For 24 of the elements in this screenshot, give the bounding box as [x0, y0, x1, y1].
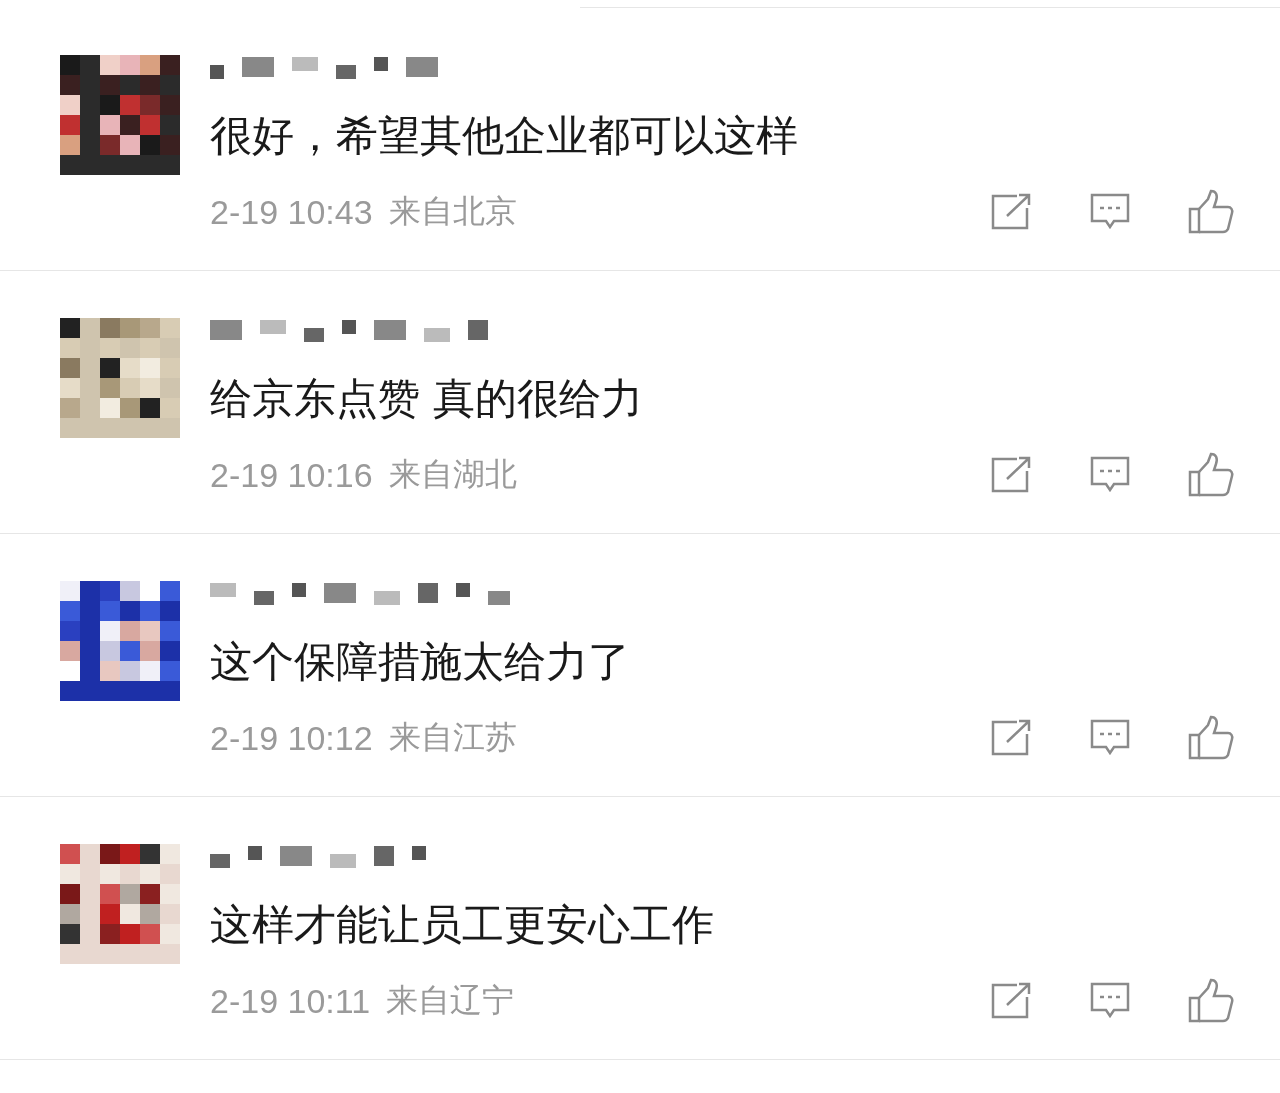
- comment-location: 来自江苏: [388, 717, 517, 758]
- comment-text: 很好，希望其他企业都可以这样: [210, 111, 799, 161]
- thumbs-up-icon[interactable]: [1187, 452, 1235, 498]
- comment-icon[interactable]: [1089, 455, 1131, 495]
- share-icon[interactable]: [989, 718, 1033, 758]
- comment-icon[interactable]: [1089, 981, 1131, 1021]
- comment-location: 来自辽宁: [386, 980, 515, 1021]
- comment-icon[interactable]: [1089, 192, 1131, 232]
- comment-time: 2-19 10:16: [210, 455, 373, 495]
- comment-time: 2-19 10:12: [210, 718, 373, 758]
- share-icon[interactable]: [989, 192, 1033, 232]
- thumbs-up-icon[interactable]: [1187, 189, 1235, 235]
- comment-text: 给京东点赞 真的很给力: [210, 374, 645, 424]
- share-icon[interactable]: [989, 455, 1033, 495]
- share-icon[interactable]: [989, 981, 1033, 1021]
- thumbs-up-icon[interactable]: [1187, 715, 1235, 761]
- comment-time: 2-19 10:11: [210, 981, 371, 1021]
- comment-location: 来自北京: [388, 191, 517, 232]
- thumbs-up-icon[interactable]: [1187, 978, 1235, 1024]
- comment-text: 这个保障措施太给力了: [210, 637, 631, 687]
- comment-icon[interactable]: [1089, 718, 1131, 758]
- comment-location: 来自湖北: [388, 454, 517, 495]
- comment-time: 2-19 10:43: [210, 192, 373, 232]
- comment-text: 这样才能让员工更安心工作: [210, 900, 715, 950]
